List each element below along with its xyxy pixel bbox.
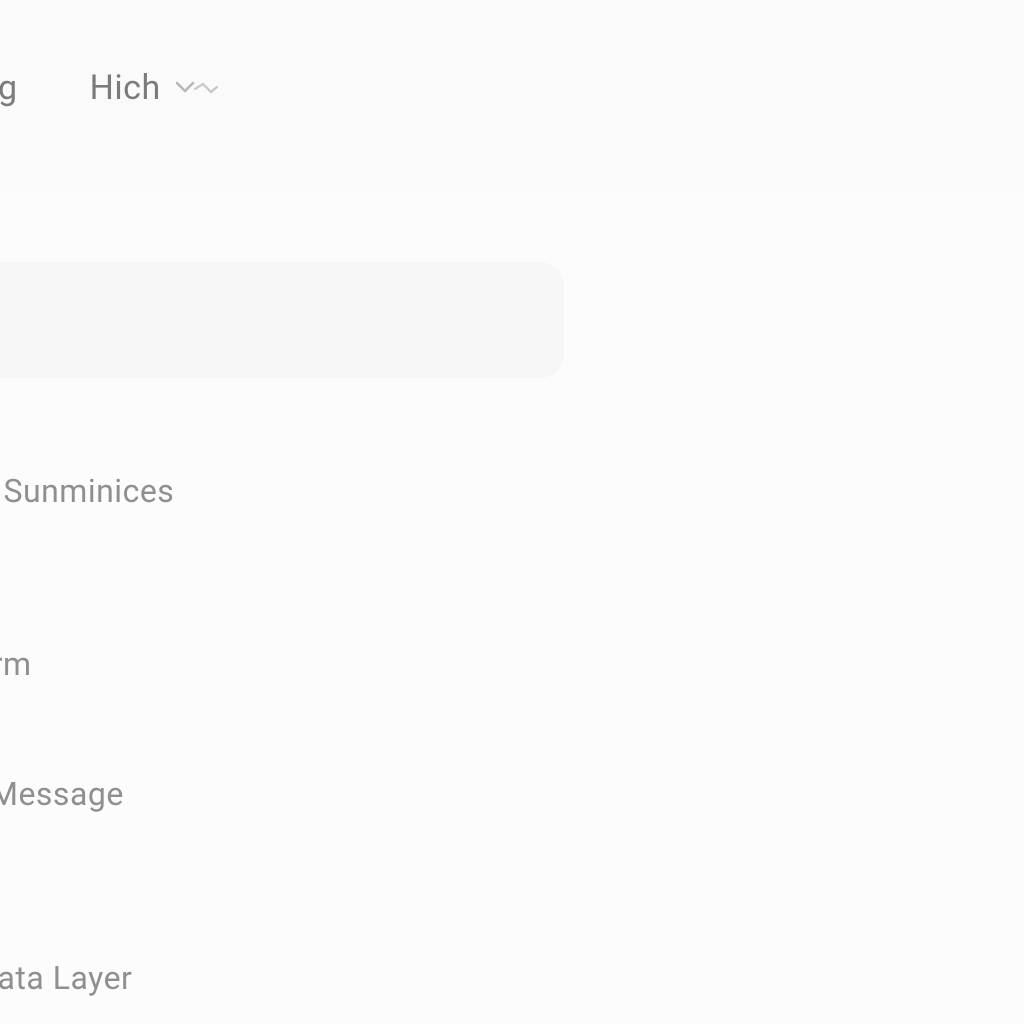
nav-item-label: ing [0, 68, 18, 108]
header-bar: ing Hich [0, 0, 1024, 188]
content-list: s Sunminices irrm Message Data Layer [0, 472, 174, 997]
top-nav: ing Hich [0, 68, 219, 108]
list-item-label: Message [0, 775, 124, 813]
list-item[interactable]: s Sunminices [0, 472, 174, 510]
nav-item-1[interactable]: Hich [90, 68, 219, 108]
list-item-label: s Sunminices [0, 472, 174, 510]
list-item-label: Data Layer [0, 959, 132, 997]
chevron-down-icon [175, 78, 219, 98]
list-item[interactable]: irrm [0, 645, 174, 683]
nav-item-label: Hich [90, 68, 161, 108]
list-item[interactable]: Message [0, 775, 174, 813]
nav-item-0[interactable]: ing [0, 68, 18, 108]
list-item-label: irrm [0, 645, 32, 683]
content-placeholder-panel [0, 262, 564, 378]
list-item[interactable]: Data Layer [0, 959, 174, 997]
